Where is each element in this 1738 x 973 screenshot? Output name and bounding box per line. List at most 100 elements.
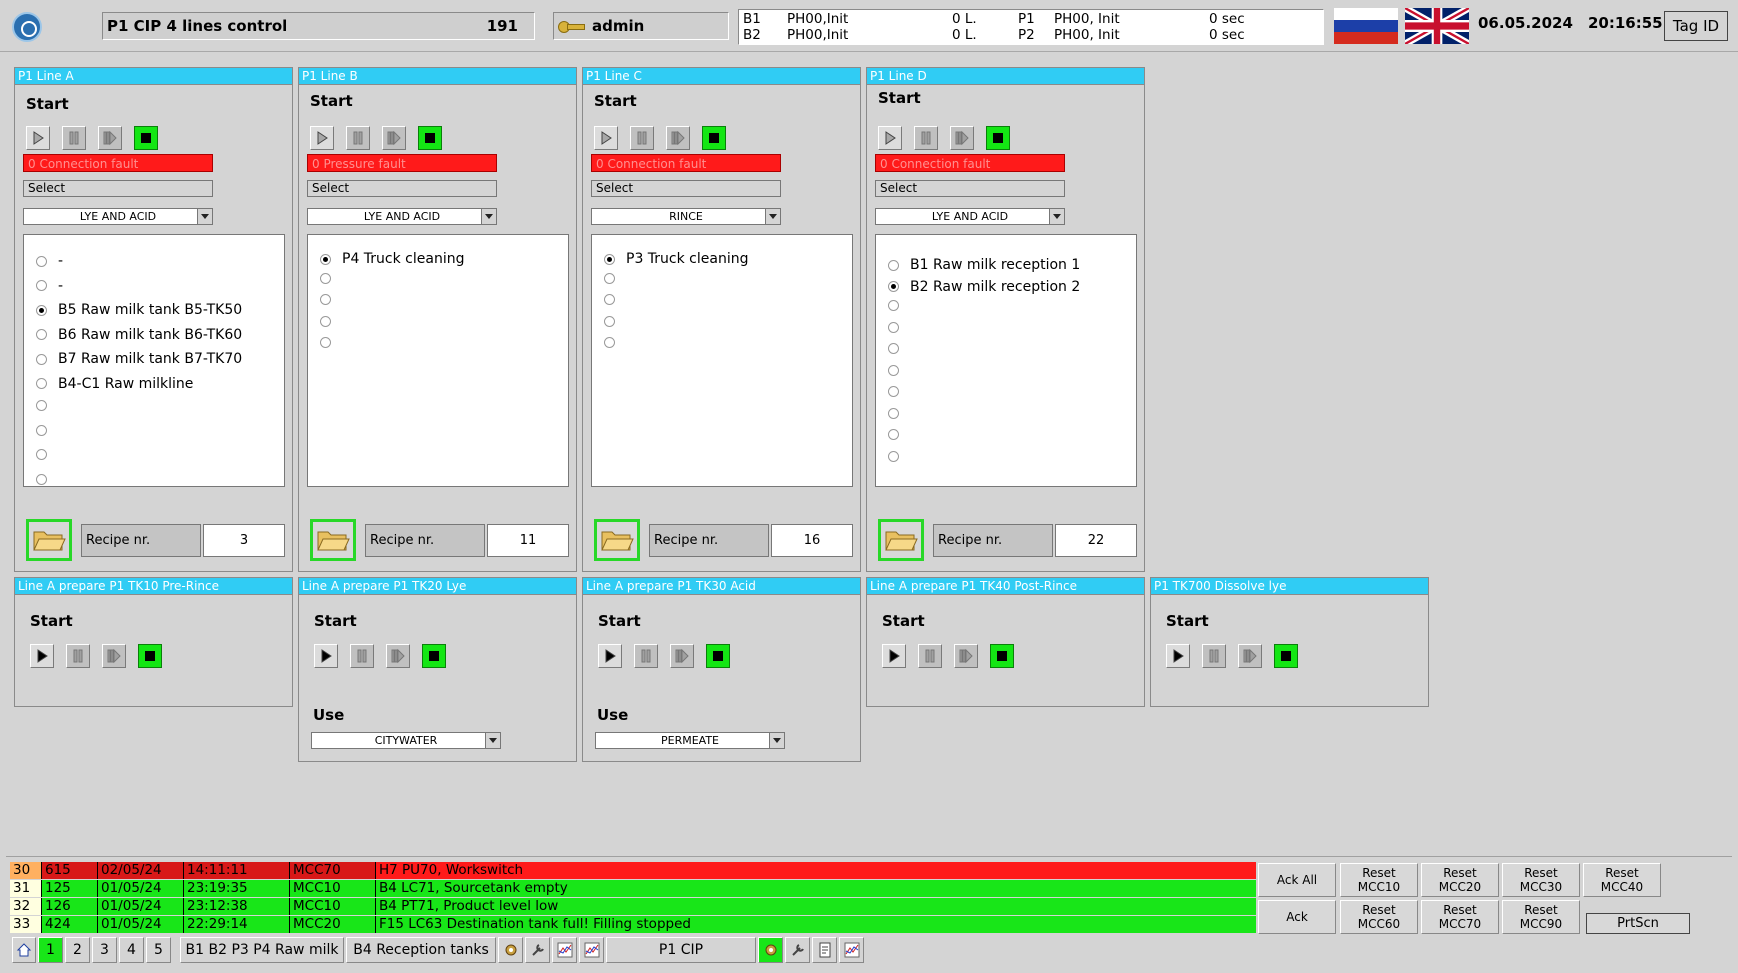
line-b-recipe-folder-button[interactable] [310,519,356,561]
radio-button[interactable] [888,300,899,311]
line-d-object-list[interactable]: B1 Raw milk reception 1 B2 Raw milk rece… [875,234,1137,487]
tool-button[interactable] [579,937,604,963]
tool-button[interactable] [498,937,523,963]
line-d-option[interactable] [888,450,910,462]
prepare-1-step-button[interactable] [102,644,126,668]
line-a-option[interactable]: B5 Raw milk tank B5-TK50 [36,302,242,318]
radio-button[interactable] [888,386,899,397]
tool-button[interactable] [758,937,783,963]
prepare-2-start-button[interactable] [314,644,338,668]
line-b-select-label[interactable]: Select [307,180,497,197]
line-a-option[interactable]: - [36,278,63,294]
line-c-program-dropdown[interactable]: RINCE [591,208,781,225]
line-a-recipe-folder-button[interactable] [26,519,72,561]
line-d-option[interactable]: B2 Raw milk reception 2 [888,279,1080,295]
line-a-option[interactable]: - [36,253,63,269]
line-d-option[interactable] [888,407,910,419]
reset-mcc20-button[interactable]: Reset MCC20 [1421,863,1499,897]
prepare-3-start-button[interactable] [598,644,622,668]
line-c-select-label[interactable]: Select [591,180,781,197]
line-d-option[interactable] [888,343,910,354]
line-c-stop-button[interactable] [702,126,726,150]
reset-mcc40-button[interactable]: Reset MCC40 [1583,863,1661,897]
prepare-4-step-button[interactable] [954,644,978,668]
line-b-recipe-value[interactable]: 11 [487,524,569,557]
line-c-option[interactable]: P3 Truck cleaning [604,251,748,267]
line-b-option[interactable] [320,315,342,327]
uk-flag-icon[interactable] [1403,4,1471,48]
radio-button[interactable] [36,353,47,365]
prepare-2-pause-button[interactable] [350,644,374,668]
line-c-option[interactable] [604,272,626,284]
line-b-pause-button[interactable] [346,126,370,150]
radio-button[interactable] [320,272,331,284]
line-d-option[interactable] [888,321,910,333]
line-c-object-list[interactable]: P3 Truck cleaning [591,234,853,487]
reset-mcc90-button[interactable]: Reset MCC90 [1502,900,1580,934]
prepare-4-start-button[interactable] [882,644,906,668]
line-a-option[interactable] [36,473,58,485]
line-c-recipe-value[interactable]: 16 [771,524,853,557]
tool-button[interactable] [812,937,837,963]
line-c-option[interactable] [604,294,626,305]
prepare-3-stop-button[interactable] [706,644,730,668]
reset-mcc60-button[interactable]: Reset MCC60 [1340,900,1418,934]
line-a-step-button[interactable] [98,126,122,150]
line-a-option[interactable] [36,424,58,436]
line-b-option[interactable]: P4 Truck cleaning [320,251,464,267]
radio-button[interactable] [888,364,899,376]
prepare-3-use-dropdown[interactable]: PERMEATE [595,732,785,749]
line-a-option[interactable]: B4-C1 Raw milkline [36,376,193,392]
line-d-option[interactable] [888,386,910,397]
tool-button[interactable] [552,937,577,963]
line-d-start-button[interactable] [878,126,902,150]
alarm-row[interactable]: 32 126 01/05/24 23:12:38 MCC10 B4 PT71, … [10,898,1256,915]
line-b-object-list[interactable]: P4 Truck cleaning [307,234,569,487]
line-c-start-button[interactable] [594,126,618,150]
prepare-4-pause-button[interactable] [918,644,942,668]
radio-button[interactable] [604,253,615,265]
line-a-option[interactable] [36,449,58,460]
line-a-program-dropdown[interactable]: LYE AND ACID [23,208,213,225]
page-1-button[interactable]: 1 [38,937,63,963]
screen-p1-cip-button[interactable]: P1 CIP [606,937,756,963]
page-5-button[interactable]: 5 [146,937,171,963]
radio-button[interactable] [36,473,47,485]
alarm-row[interactable]: 30 615 02/05/24 14:11:11 MCC70 H7 PU70, … [10,862,1256,879]
line-d-option[interactable] [888,300,910,311]
line-d-option[interactable] [888,429,910,440]
radio-button[interactable] [888,450,899,462]
russian-flag-icon[interactable] [1334,8,1398,44]
line-a-recipe-value[interactable]: 3 [203,524,285,557]
radio-button[interactable] [36,449,47,460]
line-a-pause-button[interactable] [62,126,86,150]
line-d-program-dropdown[interactable]: LYE AND ACID [875,208,1065,225]
line-b-program-dropdown[interactable]: LYE AND ACID [307,208,497,225]
page-3-button[interactable]: 3 [92,937,117,963]
line-a-option[interactable]: B7 Raw milk tank B7-TK70 [36,351,242,367]
line-b-option[interactable] [320,272,342,284]
radio-button[interactable] [604,294,615,305]
alarm-row[interactable]: 31 125 01/05/24 23:19:35 MCC10 B4 LC71, … [10,880,1256,897]
home-button[interactable] [12,937,36,963]
radio-button[interactable] [888,281,899,292]
line-a-stop-button[interactable] [134,126,158,150]
page-4-button[interactable]: 4 [119,937,144,963]
line-d-recipe-value[interactable]: 22 [1055,524,1137,557]
prepare-3-pause-button[interactable] [634,644,658,668]
line-b-step-button[interactable] [382,126,406,150]
radio-button[interactable] [36,378,47,389]
screen-reception-tanks-button[interactable]: B4 Reception tanks [346,937,496,963]
ack-all-button[interactable]: Ack All [1258,863,1336,897]
line-b-option[interactable] [320,337,342,348]
line-d-option[interactable]: B1 Raw milk reception 1 [888,257,1080,273]
ack-button[interactable]: Ack [1258,900,1336,934]
prepare-5-step-button[interactable] [1238,644,1262,668]
prepare-2-stop-button[interactable] [422,644,446,668]
line-b-start-button[interactable] [310,126,334,150]
radio-button[interactable] [320,294,331,305]
radio-button[interactable] [888,259,899,271]
radio-button[interactable] [604,272,615,284]
tool-button[interactable] [525,937,550,963]
line-c-recipe-folder-button[interactable] [594,519,640,561]
